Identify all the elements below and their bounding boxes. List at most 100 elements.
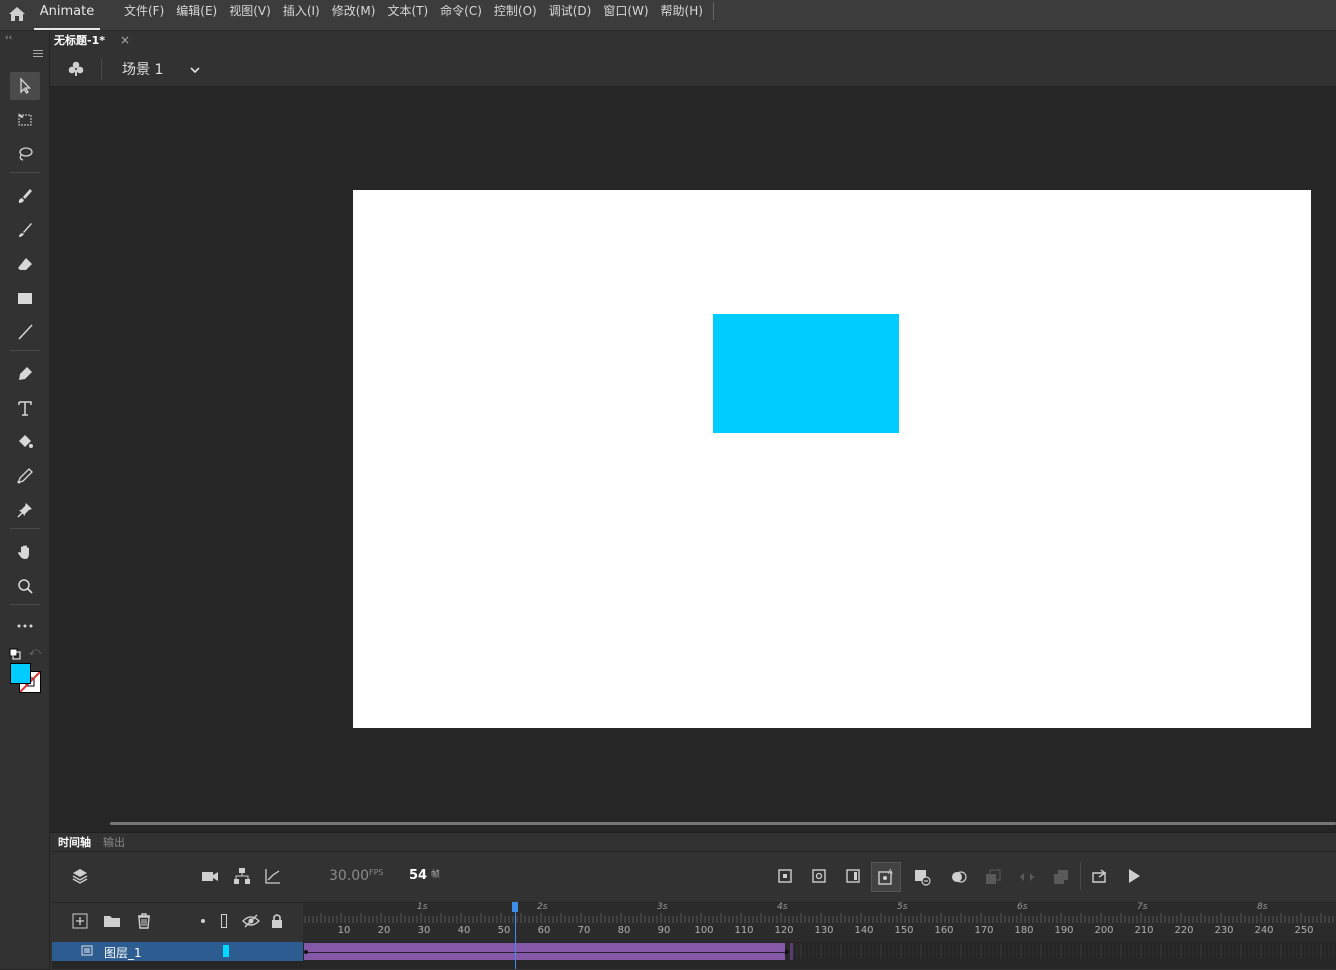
more-tools-icon[interactable] bbox=[10, 612, 40, 640]
insert-keyframe-icon[interactable] bbox=[776, 867, 794, 885]
delete-layer-icon[interactable] bbox=[135, 912, 153, 930]
current-frame[interactable]: 54 bbox=[409, 868, 427, 883]
ruler-frame-label: 170 bbox=[974, 925, 994, 936]
auto-keyframe-toggle[interactable]: A bbox=[871, 862, 901, 892]
ruler-frame-label: 160 bbox=[934, 925, 954, 936]
brush-tool-icon[interactable] bbox=[10, 216, 40, 244]
paint-brush-tool-icon[interactable] bbox=[10, 182, 40, 210]
toolbar-divider bbox=[10, 604, 40, 605]
ruler-frame-label: 250 bbox=[1294, 925, 1314, 936]
menu-edit[interactable]: 编辑(E) bbox=[170, 0, 223, 22]
tab-timeline[interactable]: 时间轴 bbox=[52, 834, 97, 851]
highlight-layers-icon[interactable] bbox=[201, 919, 205, 923]
swap-colors-icon[interactable]: ⤺ bbox=[29, 645, 41, 659]
toolbar-divider bbox=[1080, 862, 1081, 890]
selection-tool-icon[interactable] bbox=[10, 72, 40, 100]
timeline-ruler[interactable] bbox=[303, 902, 1336, 943]
visibility-off-icon[interactable] bbox=[242, 912, 260, 930]
ruler-frame-label: 180 bbox=[1014, 925, 1034, 936]
frame-unit: 帧 bbox=[431, 870, 441, 880]
pin-tool-icon[interactable] bbox=[10, 496, 40, 524]
document-tab-title[interactable]: 无标题-1* bbox=[54, 31, 105, 51]
ruler-frame-label: 190 bbox=[1054, 925, 1074, 936]
zoom-tool-icon[interactable] bbox=[10, 572, 40, 600]
home-icon[interactable] bbox=[8, 5, 26, 23]
ruler-frame-label: 140 bbox=[854, 925, 874, 936]
remove-keyframe-icon[interactable] bbox=[913, 868, 931, 886]
menu-control[interactable]: 控制(O) bbox=[488, 0, 543, 22]
horizontal-scrollbar[interactable] bbox=[110, 822, 1336, 825]
outline-mode-icon[interactable] bbox=[221, 914, 227, 928]
ruler-frame-label: 100 bbox=[694, 925, 714, 936]
ruler-frame-label: 10 bbox=[337, 925, 351, 936]
lock-icon[interactable] bbox=[268, 912, 286, 930]
toolbar-divider bbox=[10, 172, 40, 173]
loop-markers-icon bbox=[1018, 868, 1036, 886]
collapse-panel-icon[interactable]: ‹‹ bbox=[5, 33, 12, 43]
ruler-frame-label: 40 bbox=[457, 925, 471, 936]
menu-commands[interactable]: 命令(C) bbox=[434, 0, 488, 22]
pen-tool-icon[interactable] bbox=[10, 360, 40, 388]
default-colors-icon[interactable] bbox=[9, 645, 21, 664]
stage[interactable] bbox=[353, 190, 1311, 728]
paint-bucket-tool-icon[interactable] bbox=[10, 428, 40, 456]
fps-unit: FPS bbox=[369, 868, 384, 877]
menu-insert[interactable]: 插入(I) bbox=[277, 0, 326, 22]
insert-frame-icon[interactable] bbox=[844, 867, 862, 885]
main-menu: 文件(F) 编辑(E) 视图(V) 插入(I) 修改(M) 文本(T) 命令(C… bbox=[118, 0, 714, 22]
edit-multiple-frames-icon bbox=[984, 868, 1002, 886]
toolbar-divider bbox=[10, 528, 40, 529]
new-folder-icon[interactable] bbox=[103, 912, 121, 930]
eyedropper-tool-icon[interactable] bbox=[10, 462, 40, 490]
line-tool-icon[interactable] bbox=[10, 318, 40, 346]
layer-name[interactable]: 图层_1 bbox=[104, 944, 142, 961]
menu-window[interactable]: 窗口(W) bbox=[597, 0, 654, 22]
panel-menu-icon[interactable] bbox=[33, 43, 43, 62]
app-name-tab[interactable]: Animate bbox=[34, 0, 100, 30]
menu-divider bbox=[712, 2, 714, 20]
ruler-frame-label: 130 bbox=[814, 925, 834, 936]
chevron-down-icon[interactable] bbox=[188, 62, 202, 81]
onion-skin-icon[interactable] bbox=[950, 868, 968, 886]
eraser-tool-icon[interactable] bbox=[10, 250, 40, 278]
insert-blank-keyframe-icon[interactable] bbox=[810, 867, 828, 885]
close-icon[interactable]: × bbox=[120, 33, 130, 47]
lasso-tool-icon[interactable] bbox=[10, 140, 40, 168]
layer-color-indicator[interactable] bbox=[223, 945, 229, 957]
fps-value[interactable]: 30.00 bbox=[329, 868, 369, 884]
menu-debug[interactable]: 调试(D) bbox=[543, 0, 598, 22]
ruler-frame-label: 70 bbox=[577, 925, 591, 936]
fill-color-swatch[interactable] bbox=[10, 663, 31, 684]
camera-icon[interactable] bbox=[201, 867, 219, 885]
ruler-frame-label: 110 bbox=[734, 925, 754, 936]
toolbar-divider bbox=[10, 350, 40, 351]
loop-playback-icon[interactable] bbox=[1090, 867, 1108, 885]
menu-modify[interactable]: 修改(M) bbox=[326, 0, 382, 22]
menu-file[interactable]: 文件(F) bbox=[118, 0, 170, 22]
tab-output[interactable]: 输出 bbox=[97, 834, 131, 851]
start-keyframe-marker[interactable] bbox=[304, 950, 308, 954]
free-transform-tool-icon[interactable] bbox=[10, 106, 40, 134]
scene-symbol-icon[interactable] bbox=[67, 60, 85, 82]
layers-icon[interactable] bbox=[71, 867, 89, 885]
playhead-handle[interactable] bbox=[512, 902, 518, 912]
ruler-frame-label: 200 bbox=[1094, 925, 1114, 936]
ruler-second-label: 1s bbox=[417, 902, 428, 912]
graph-editor-icon[interactable] bbox=[264, 867, 282, 885]
layer-type-icon bbox=[80, 944, 94, 958]
menu-text[interactable]: 文本(T) bbox=[381, 0, 434, 22]
rectangle-shape[interactable] bbox=[713, 314, 899, 433]
ruler-frame-label: 240 bbox=[1254, 925, 1274, 936]
menu-help[interactable]: 帮助(H) bbox=[655, 0, 709, 22]
edit-bar bbox=[50, 51, 1336, 87]
layer-parenting-icon[interactable] bbox=[233, 867, 251, 885]
ruler-frame-label: 90 bbox=[657, 925, 671, 936]
text-tool-icon[interactable] bbox=[10, 394, 40, 422]
new-layer-icon[interactable] bbox=[71, 912, 89, 930]
menu-view[interactable]: 视图(V) bbox=[223, 0, 277, 22]
playhead[interactable] bbox=[515, 902, 516, 969]
hand-tool-icon[interactable] bbox=[10, 538, 40, 566]
scene-name[interactable]: 场景 1 bbox=[122, 59, 163, 79]
rectangle-tool-icon[interactable] bbox=[10, 284, 40, 312]
play-icon[interactable] bbox=[1125, 867, 1143, 885]
